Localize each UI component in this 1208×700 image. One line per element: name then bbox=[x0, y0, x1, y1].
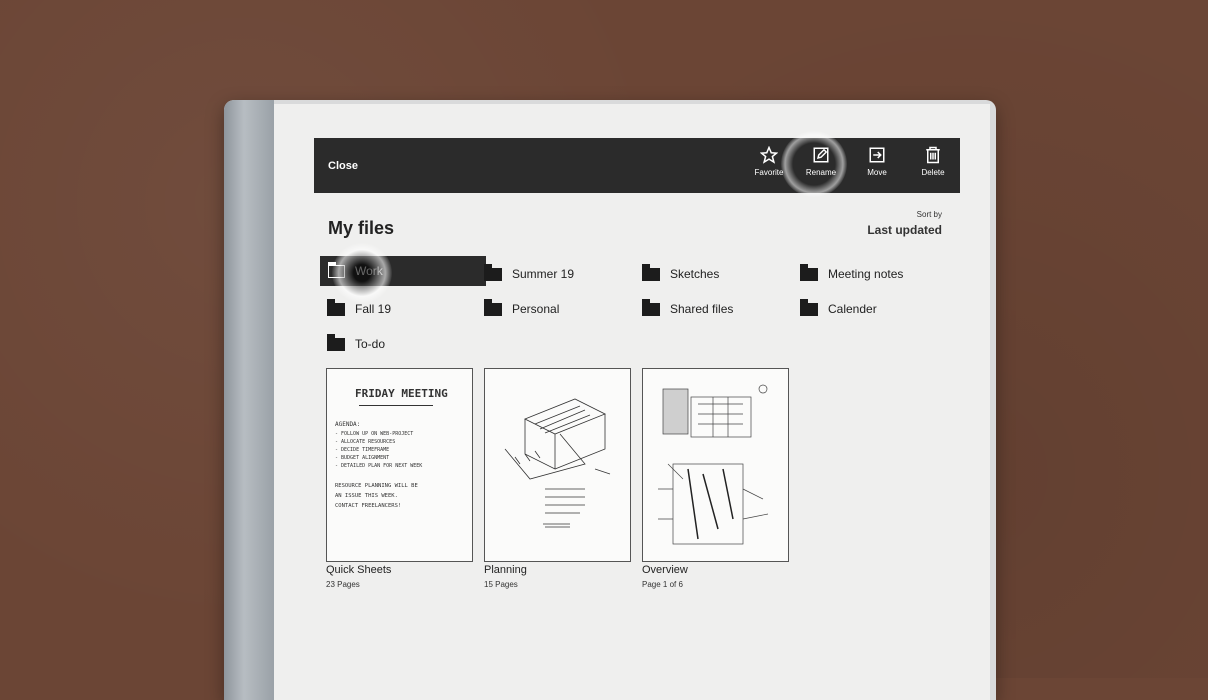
notebook-pages-quick-sheets: 23 Pages bbox=[326, 580, 360, 589]
folder-label: Fall 19 bbox=[355, 302, 392, 316]
notebook-thumbnail-planning[interactable] bbox=[484, 368, 631, 562]
pencil-icon bbox=[813, 147, 829, 163]
sketch-line: - ALLOCATE RESOURCES bbox=[335, 439, 396, 445]
star-icon bbox=[760, 146, 778, 164]
sketch-line: CONTACT FREELANCERS! bbox=[335, 503, 402, 509]
sketch-line: AGENDA: bbox=[335, 421, 361, 428]
notebook-title-overview: Overview bbox=[642, 564, 688, 576]
folder-icon bbox=[642, 298, 660, 316]
favorite-label: Favorite bbox=[754, 168, 784, 177]
move-button[interactable]: Move bbox=[852, 146, 902, 177]
folder-icon bbox=[484, 298, 502, 316]
folder-icon bbox=[800, 263, 818, 281]
folder-icon bbox=[642, 263, 660, 281]
page-title: My files bbox=[328, 218, 395, 238]
planning-sketch bbox=[504, 398, 611, 528]
overview-sketch bbox=[658, 384, 769, 545]
folder-to-do[interactable]: To-do bbox=[327, 329, 385, 359]
folder-label: Personal bbox=[512, 302, 560, 316]
rename-button[interactable]: Rename bbox=[796, 146, 846, 177]
folder-label: Summer 19 bbox=[512, 267, 575, 281]
folder-label: Meeting notes bbox=[828, 267, 904, 281]
sketch-line: - FOLLOW UP ON WEB-PROJECT bbox=[335, 431, 414, 437]
close-button[interactable]: Close bbox=[328, 160, 358, 172]
rename-label: Rename bbox=[805, 168, 837, 177]
notebook-pages-planning: 15 Pages bbox=[484, 580, 518, 589]
move-label: Move bbox=[867, 168, 887, 177]
folder-label: Work bbox=[355, 264, 383, 278]
folder-fall-19[interactable]: Fall 19 bbox=[327, 294, 391, 324]
folder-sketches[interactable]: Sketches bbox=[642, 259, 719, 289]
folder-meeting-notes[interactable]: Meeting notes bbox=[800, 259, 903, 289]
sketch-line: - DETAILED PLAN FOR NEXT WEEK bbox=[335, 463, 423, 469]
sketch-underline bbox=[359, 405, 433, 406]
trash-icon bbox=[926, 146, 940, 164]
sketch-line: - DECIDE TIMEFRAME bbox=[335, 447, 390, 453]
sketch-line: RESOURCE PLANNING WILL BE bbox=[335, 483, 418, 489]
notebook-title-quick-sheets: Quick Sheets bbox=[326, 564, 392, 576]
notebook-thumbnail-quick-sheets[interactable]: FRIDAY MEETING AGENDA: - FOLLOW UP ON WE… bbox=[326, 368, 473, 562]
favorite-button[interactable]: Favorite bbox=[744, 146, 794, 177]
folder-icon bbox=[328, 261, 345, 278]
folder-summer-19[interactable]: Summer 19 bbox=[484, 259, 574, 289]
notebook-title-planning: Planning bbox=[484, 564, 527, 576]
sort-value: Last updated bbox=[867, 223, 942, 237]
folder-personal[interactable]: Personal bbox=[484, 294, 559, 324]
action-toolbar: Close Favorite Rename Move Delete bbox=[314, 138, 960, 193]
sketch-heading: FRIDAY MEETING bbox=[355, 387, 448, 400]
tablet-spine bbox=[224, 100, 274, 700]
notebook-pages-overview: Page 1 of 6 bbox=[642, 580, 683, 589]
folder-calender[interactable]: Calender bbox=[800, 294, 877, 324]
folder-shared-files[interactable]: Shared files bbox=[642, 294, 733, 324]
sketch-line: - BUDGET ALIGNMENT bbox=[335, 455, 390, 461]
sort-control[interactable]: Sort by Last updated bbox=[867, 210, 942, 237]
folder-work[interactable]: Work bbox=[320, 256, 486, 286]
sketch-line: AN ISSUE THIS WEEK. bbox=[335, 493, 398, 499]
folder-label: Shared files bbox=[670, 302, 734, 316]
folder-label: To-do bbox=[355, 337, 386, 351]
delete-button[interactable]: Delete bbox=[908, 146, 958, 177]
delete-label: Delete bbox=[921, 168, 945, 177]
tablet-device: Close Favorite Rename Move Delete My fil… bbox=[224, 100, 996, 700]
move-icon bbox=[869, 147, 885, 163]
folder-label: Calender bbox=[828, 302, 877, 316]
folder-label: Sketches bbox=[670, 267, 720, 281]
sort-label: Sort by bbox=[916, 210, 942, 219]
screen: Close Favorite Rename Move Delete My fil… bbox=[274, 104, 990, 700]
folder-icon bbox=[800, 298, 818, 316]
folder-icon bbox=[327, 298, 345, 316]
notebook-thumbnail-overview[interactable] bbox=[642, 368, 789, 562]
folder-icon bbox=[327, 333, 345, 351]
folder-icon bbox=[484, 263, 502, 281]
